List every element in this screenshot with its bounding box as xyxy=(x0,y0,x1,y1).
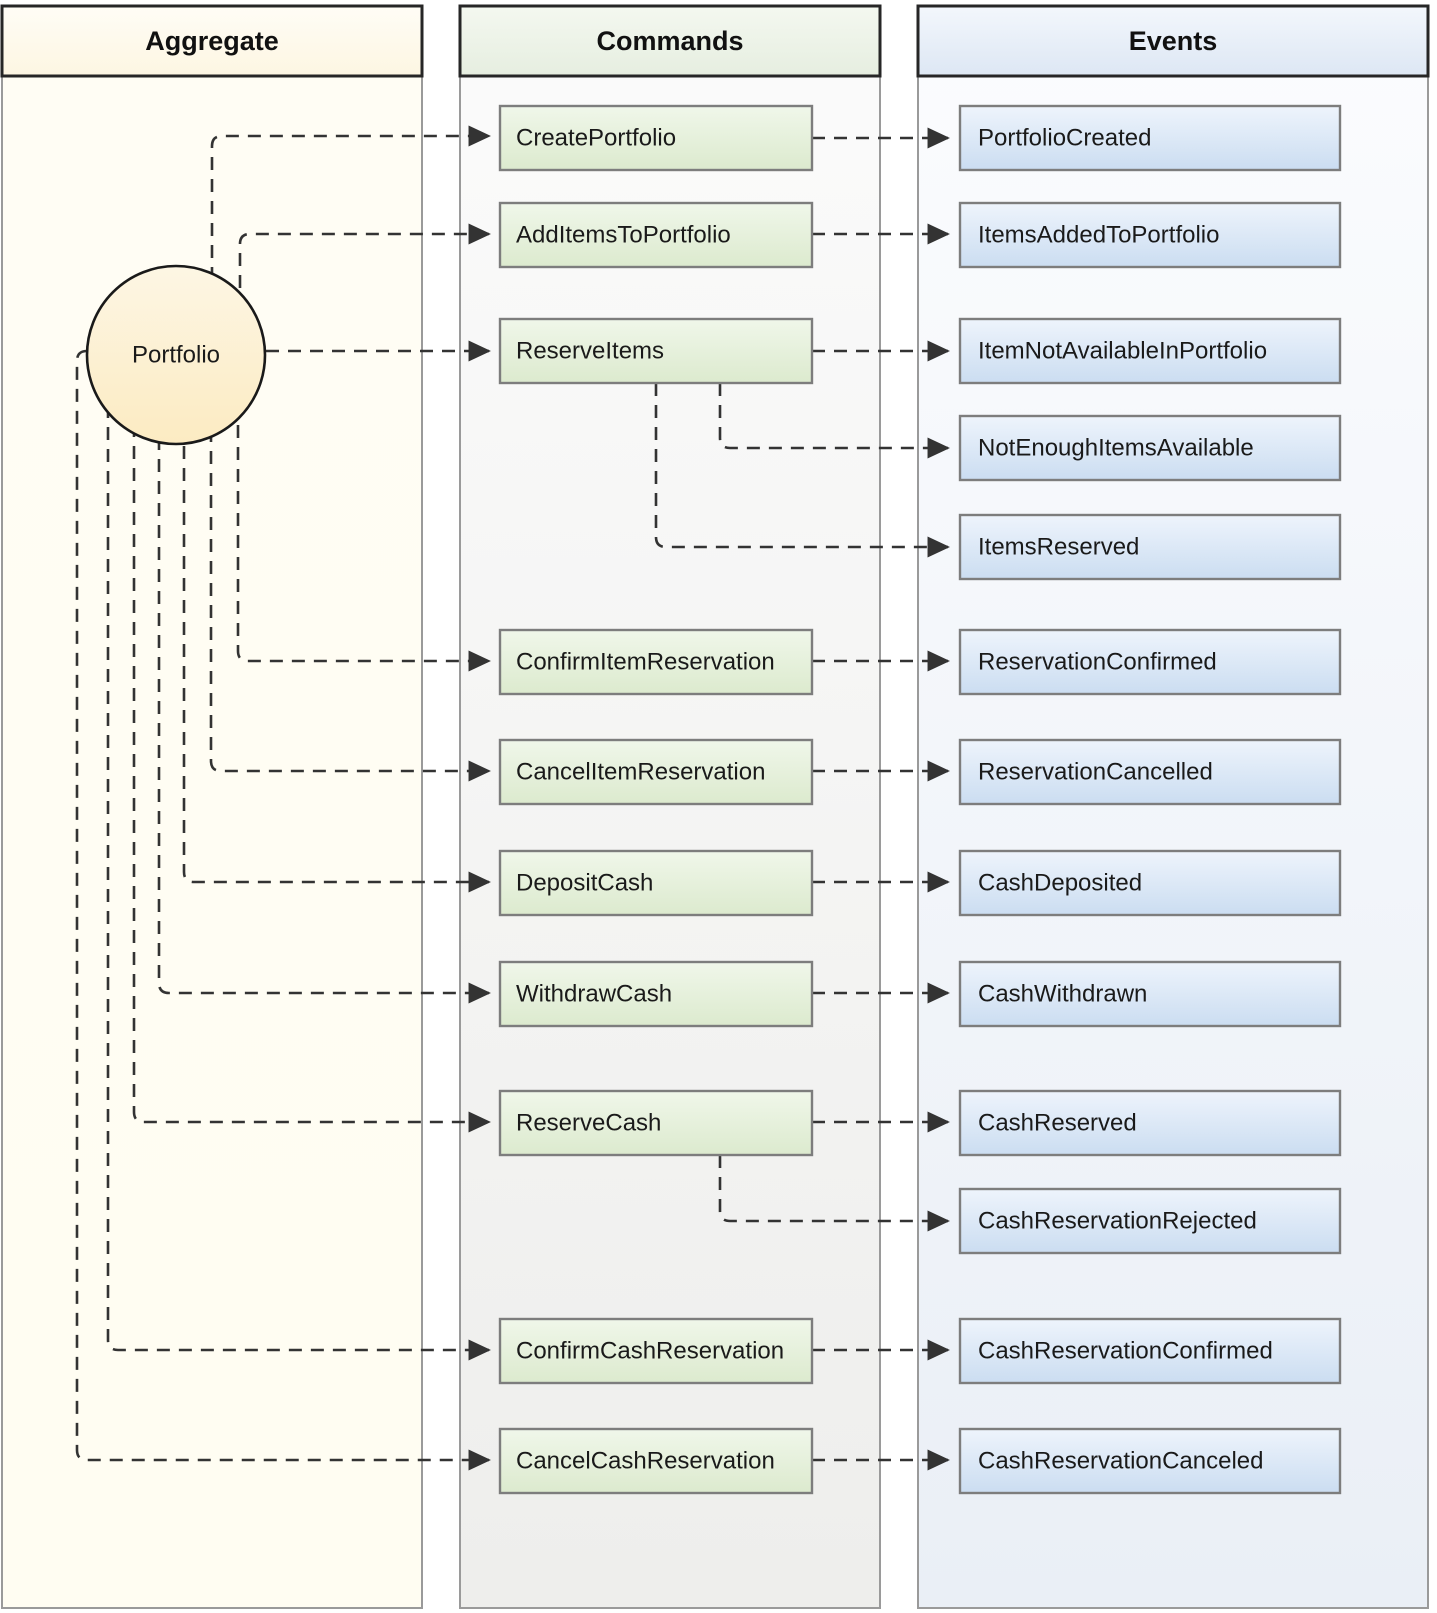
column-title-events: Events xyxy=(1129,26,1218,56)
node-notenoughitemsavailable[interactable]: NotEnoughItemsAvailable xyxy=(958,414,1342,482)
node-additemstoportfolio[interactable]: AddItemsToPortfolio xyxy=(498,201,814,269)
node-label-cancelitemreservation: CancelItemReservation xyxy=(516,758,765,785)
node-cashreservationcanceled[interactable]: CashReservationCanceled xyxy=(958,1427,1342,1495)
node-label-cashwithdrawn: CashWithdrawn xyxy=(978,980,1147,1007)
node-cancelcashreservation[interactable]: CancelCashReservation xyxy=(498,1427,814,1495)
node-label-itemnotavailableinportfolio: ItemNotAvailableInPortfolio xyxy=(978,337,1267,364)
node-label-createportfolio: CreatePortfolio xyxy=(516,124,676,151)
node-label-confirmitemreservation: ConfirmItemReservation xyxy=(516,648,775,675)
node-label-depositcash: DepositCash xyxy=(516,869,653,896)
node-depositcash[interactable]: DepositCash xyxy=(498,849,814,917)
node-reservationconfirmed[interactable]: ReservationConfirmed xyxy=(958,628,1342,696)
node-label-itemsreserved: ItemsReserved xyxy=(978,533,1139,560)
node-label-cashdeposited: CashDeposited xyxy=(978,869,1142,896)
node-reservecash[interactable]: ReserveCash xyxy=(498,1089,814,1157)
node-confirmitemreservation[interactable]: ConfirmItemReservation xyxy=(498,628,814,696)
node-portfoliocreated[interactable]: PortfolioCreated xyxy=(958,104,1342,172)
column-title-commands: Commands xyxy=(596,26,743,56)
node-label-cashreserved: CashReserved xyxy=(978,1109,1137,1136)
node-itemnotavailableinportfolio[interactable]: ItemNotAvailableInPortfolio xyxy=(958,317,1342,385)
node-label-cancelcashreservation: CancelCashReservation xyxy=(516,1447,775,1474)
node-itemsreserved[interactable]: ItemsReserved xyxy=(958,513,1342,581)
node-itemsaddedtoportfolio[interactable]: ItemsAddedToPortfolio xyxy=(958,201,1342,269)
node-cashdeposited[interactable]: CashDeposited xyxy=(958,849,1342,917)
node-label-portfolio: Portfolio xyxy=(132,341,220,368)
node-portfolio[interactable]: Portfolio xyxy=(85,264,267,446)
node-reservationcancelled[interactable]: ReservationCancelled xyxy=(958,738,1342,806)
node-label-reservationconfirmed: ReservationConfirmed xyxy=(978,648,1217,675)
column-title-aggregate: Aggregate xyxy=(145,26,279,56)
node-cashreserved[interactable]: CashReserved xyxy=(958,1089,1342,1157)
node-cashwithdrawn[interactable]: CashWithdrawn xyxy=(958,960,1342,1028)
node-reserveitems[interactable]: ReserveItems xyxy=(498,317,814,385)
node-cashreservationconfirmed[interactable]: CashReservationConfirmed xyxy=(958,1317,1342,1385)
node-createportfolio[interactable]: CreatePortfolio xyxy=(498,104,814,172)
node-label-reservationcancelled: ReservationCancelled xyxy=(978,758,1213,785)
node-label-withdrawcash: WithdrawCash xyxy=(516,980,672,1007)
diagram-canvas: Aggregate Commands Events Portfolio Crea… xyxy=(0,0,1437,1613)
node-label-notenoughitemsavailable: NotEnoughItemsAvailable xyxy=(978,434,1254,461)
node-cancelitemreservation[interactable]: CancelItemReservation xyxy=(498,738,814,806)
node-withdrawcash[interactable]: WithdrawCash xyxy=(498,960,814,1028)
node-label-reserveitems: ReserveItems xyxy=(516,337,664,364)
node-label-itemsaddedtoportfolio: ItemsAddedToPortfolio xyxy=(978,221,1219,248)
node-confirmcashreservation[interactable]: ConfirmCashReservation xyxy=(498,1317,814,1385)
node-label-confirmcashreservation: ConfirmCashReservation xyxy=(516,1337,784,1364)
node-label-reservecash: ReserveCash xyxy=(516,1109,661,1136)
node-label-cashreservationconfirmed: CashReservationConfirmed xyxy=(978,1337,1273,1364)
node-label-cashreservationrejected: CashReservationRejected xyxy=(978,1207,1257,1234)
node-label-portfoliocreated: PortfolioCreated xyxy=(978,124,1151,151)
node-label-additemstoportfolio: AddItemsToPortfolio xyxy=(516,221,731,248)
node-cashreservationrejected[interactable]: CashReservationRejected xyxy=(958,1187,1342,1255)
node-label-cashreservationcanceled: CashReservationCanceled xyxy=(978,1447,1264,1474)
